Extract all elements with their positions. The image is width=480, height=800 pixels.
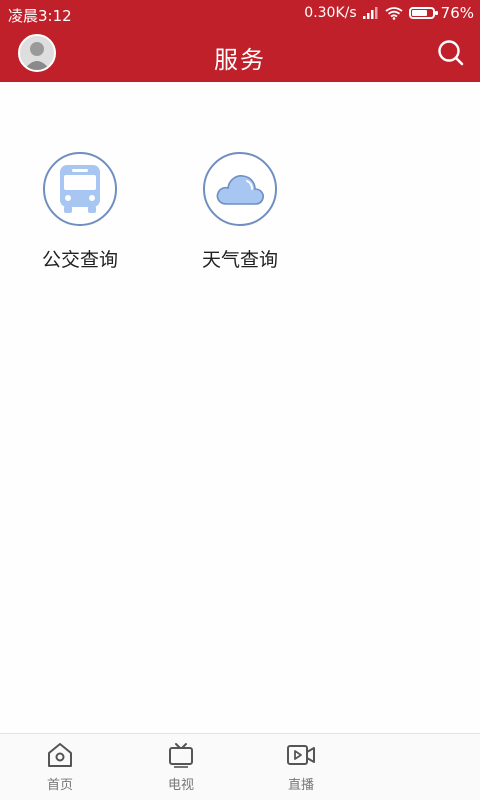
nav-item-tv[interactable]: 电视: [151, 742, 211, 793]
tv-icon: [169, 743, 193, 768]
wifi-icon: [385, 6, 403, 20]
battery-level: [411, 10, 427, 16]
service-label-bus: 公交查询: [41, 249, 118, 271]
nav-label-tv: 电视: [167, 778, 194, 793]
status-bar: 凌晨3:12 0.30K/s 76%: [0, 0, 480, 28]
watermark-blur: [315, 734, 480, 800]
nav-label-live: 直播: [287, 778, 314, 793]
cloud-icon: [216, 175, 264, 205]
video-icon: [287, 745, 315, 765]
cloud-icon-circle[interactable]: [203, 152, 277, 226]
bottom-navigation: 首页 电视 直播: [0, 733, 480, 800]
network-speed: 0.30K/s: [304, 5, 357, 21]
home-icon: [48, 743, 72, 767]
battery-icon: [408, 7, 438, 19]
service-bus-query[interactable]: 公交查询: [25, 152, 135, 272]
app-bar: 服务: [0, 28, 480, 82]
bus-icon: [60, 165, 100, 213]
nav-label-home: 首页: [46, 778, 73, 793]
nav-item-home[interactable]: 首页: [30, 742, 90, 793]
status-indicators: 0.30K/s 76%: [304, 4, 474, 22]
bus-icon-circle[interactable]: [43, 152, 117, 226]
signal-icon: [362, 7, 378, 19]
service-screen: 凌晨3:12 0.30K/s 76% 服务 公交查询 天气查询 首页 电视 直播: [0, 0, 480, 800]
status-time: 凌晨3:12: [8, 7, 72, 25]
service-label-weather: 天气查询: [201, 249, 278, 271]
service-weather-query[interactable]: 天气查询: [185, 152, 295, 272]
battery-percent: 76%: [440, 4, 474, 22]
page-title: 服务: [214, 46, 266, 74]
search-icon[interactable]: [436, 38, 466, 68]
